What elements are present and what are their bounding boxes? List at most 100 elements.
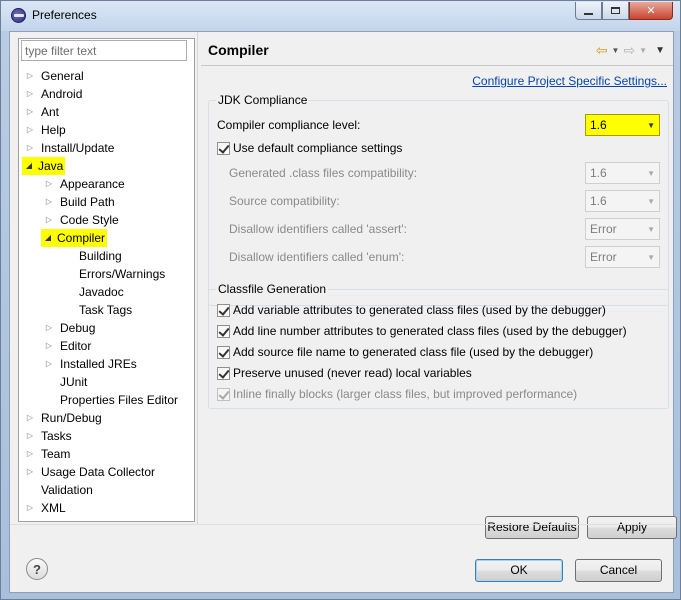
enum-identifier-select[interactable]: Error ▼ [585,246,660,268]
expand-arrow-icon[interactable]: ▷ [25,445,35,463]
tree-item-xml[interactable]: ▷ XML [19,499,194,517]
variable-attributes-checkbox[interactable]: Add variable attributes to generated cla… [217,302,606,318]
preserve-unused-locals-checkbox[interactable]: Preserve unused (never read) local varia… [217,365,472,381]
compliance-level-select[interactable]: 1.6 ▼ [585,114,660,136]
preferences-window: Preferences ✕ ▷ General ▷ And [0,0,681,600]
checkbox-box[interactable] [217,387,230,401]
tree-item-label: JUnit [60,375,88,389]
back-menu-chevron-icon[interactable]: ▼ [612,46,620,55]
expand-arrow-icon[interactable]: ▷ [25,85,35,103]
chevron-down-icon: ▼ [647,225,655,234]
configure-project-specific-link[interactable]: Configure Project Specific Settings... [472,74,667,88]
checkbox-label: Preserve unused (never read) local varia… [233,366,472,380]
view-menu-chevron-icon[interactable]: ▼ [655,45,665,56]
panel-divider[interactable] [197,32,198,524]
tree-item-editor[interactable]: ▷ Editor [19,337,194,355]
maximize-icon [611,7,620,14]
line-number-attributes-checkbox[interactable]: Add line number attributes to generated … [217,323,627,339]
checkbox-box[interactable] [217,345,230,359]
assert-identifier-label: Disallow identifiers called 'assert': [229,222,407,236]
expand-arrow-icon[interactable]: ▷ [44,355,54,373]
expand-arrow-icon[interactable]: ▷ [44,193,54,211]
tree-item-label: Java [36,157,66,175]
forward-arrow-icon[interactable]: ⇨ [623,42,635,59]
checkbox-box[interactable] [217,141,230,155]
button-bar-separator [10,524,673,525]
tree-item-javadoc[interactable]: Javadoc [19,283,194,301]
tree-item-installed-jres[interactable]: ▷ Installed JREs [19,355,194,373]
collapse-arrow-icon[interactable]: ◢ [22,157,36,175]
restore-defaults-button[interactable]: Restore Defaults [485,516,579,539]
tree-item-label: Tasks [41,429,72,443]
cancel-button[interactable]: Cancel [575,559,662,582]
expand-arrow-icon[interactable]: ▷ [25,427,35,445]
expand-arrow-icon[interactable]: ▷ [25,121,35,139]
assert-identifier-value: Error [590,222,617,236]
expand-arrow-icon[interactable]: ▷ [25,67,35,85]
source-compat-select[interactable]: 1.6 ▼ [585,190,660,212]
tree-item-compiler[interactable]: ◢ Compiler [19,229,194,247]
source-file-name-checkbox[interactable]: Add source file name to generated class … [217,344,593,360]
tree-item-label: Install/Update [41,141,115,155]
checkbox-box[interactable] [217,324,230,338]
tree-item-label: General [41,69,84,83]
tree-item-task-tags[interactable]: Task Tags [19,301,194,319]
close-button[interactable]: ✕ [629,2,673,20]
tree-item-tasks[interactable]: ▷ Tasks [19,427,194,445]
tree-item-android[interactable]: ▷ Android [19,85,194,103]
expand-arrow-icon[interactable]: ▷ [44,337,54,355]
tree-item-validation[interactable]: Validation [19,481,194,499]
use-default-compliance-checkbox[interactable]: Use default compliance settings [217,140,402,156]
checkbox-box[interactable] [217,303,230,317]
tree-item-ant[interactable]: ▷ Ant [19,103,194,121]
enum-identifier-value: Error [590,250,617,264]
tree-item-building[interactable]: Building [19,247,194,265]
tree-item-label: Ant [41,105,60,119]
back-arrow-icon[interactable]: ⇦ [596,42,608,59]
help-button[interactable]: ? [26,558,48,580]
tree-item-help[interactable]: ▷ Help [19,121,194,139]
tree-item-install-update[interactable]: ▷ Install/Update [19,139,194,157]
filter-input[interactable] [21,40,187,61]
tree-item-errors-warnings[interactable]: Errors/Warnings [19,265,194,283]
tree-item-usage-data-collector[interactable]: ▷ Usage Data Collector [19,463,194,481]
expand-arrow-icon[interactable]: ▷ [25,409,35,427]
tree-item-team[interactable]: ▷ Team [19,445,194,463]
expand-arrow-icon[interactable]: ▷ [25,103,35,121]
tree-item-code-style[interactable]: ▷ Code Style [19,211,194,229]
expand-arrow-icon[interactable]: ▷ [25,463,35,481]
tree-item-label: Appearance [60,177,125,191]
tree-item-label: Compiler [55,229,108,247]
tree-item-java[interactable]: ◢ Java [19,157,194,175]
apply-button[interactable]: Apply [587,516,677,539]
tree-item-appearance[interactable]: ▷ Appearance [19,175,194,193]
expand-arrow-icon[interactable]: ▷ [44,175,54,193]
assert-identifier-select[interactable]: Error ▼ [585,218,660,240]
expand-arrow-icon[interactable]: ▷ [44,319,54,337]
checkbox-label: Add source file name to generated class … [233,345,594,359]
minimize-button[interactable] [575,2,602,20]
tree-item-junit[interactable]: JUnit [19,373,194,391]
class-compat-select[interactable]: 1.6 ▼ [585,162,660,184]
tree-item-run-debug[interactable]: ▷ Run/Debug [19,409,194,427]
tree-item-label: Installed JREs [60,357,137,371]
checkbox-box[interactable] [217,366,230,380]
window-title: Preferences [32,8,97,22]
jdk-compliance-group: JDK Compliance Compiler compliance level… [208,93,669,306]
tree-item-label: XML [41,501,66,515]
expand-arrow-icon[interactable]: ▷ [25,499,35,517]
title-bar[interactable]: Preferences ✕ [1,1,680,31]
expand-arrow-icon[interactable]: ▷ [44,211,54,229]
tree-item-build-path[interactable]: ▷ Build Path [19,193,194,211]
inline-finally-checkbox[interactable]: Inline finally blocks (larger class file… [217,386,577,402]
forward-menu-chevron-icon[interactable]: ▼ [639,46,647,55]
tree-item-debug[interactable]: ▷ Debug [19,319,194,337]
preference-tree-panel: ▷ General ▷ Android ▷ Ant ▷ Help ▷ Ins [18,38,195,522]
collapse-arrow-icon[interactable]: ◢ [41,229,55,247]
tree-item-general[interactable]: ▷ General [19,67,194,85]
tree-item-properties-files-editor[interactable]: Properties Files Editor [19,391,194,409]
maximize-button[interactable] [602,2,629,20]
expand-arrow-icon[interactable]: ▷ [25,139,35,157]
ok-button[interactable]: OK [475,559,563,582]
tree-item-label: Team [41,447,71,461]
